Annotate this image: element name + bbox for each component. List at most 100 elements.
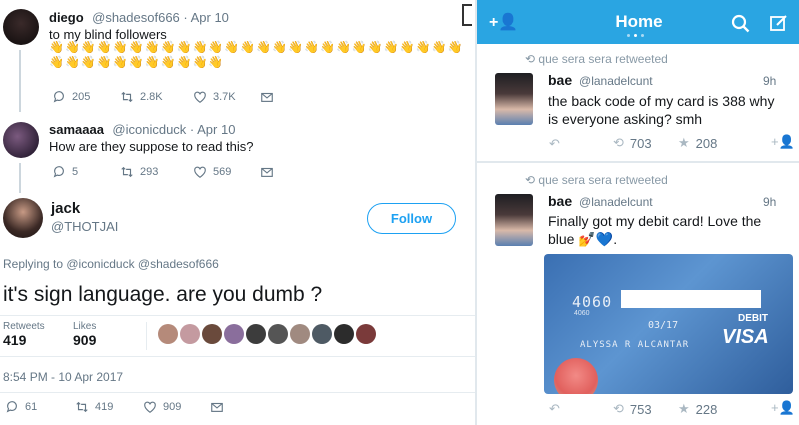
tweet-handle-date: @shadesof666 · Apr 10	[92, 10, 229, 25]
liker-avatar[interactable]	[202, 324, 222, 344]
liker-avatar[interactable]	[290, 324, 310, 344]
retweet-icon: ⟲	[613, 135, 624, 150]
follow-button[interactable]: Follow	[367, 203, 456, 234]
like-count: 3.7K	[213, 91, 236, 103]
follow-user-icon: +👤	[771, 134, 795, 149]
reply-icon	[53, 91, 64, 103]
reply-action[interactable]: 61	[5, 400, 37, 414]
star-icon: ★	[678, 401, 690, 416]
liker-avatar[interactable]	[246, 324, 266, 344]
likes-value[interactable]: 909	[73, 332, 96, 348]
card-number-prefix: 4060	[572, 293, 613, 311]
card-expiry: 03/17	[648, 320, 679, 331]
reply-action[interactable]: ↶	[549, 401, 560, 417]
samaaaa-avatar[interactable]	[3, 122, 39, 158]
like-action[interactable]: 909	[143, 400, 181, 414]
retweet-icon: ⟲	[613, 401, 624, 416]
retweet-action[interactable]: 293	[120, 165, 158, 179]
envelope-icon	[261, 92, 273, 102]
like-count: 909	[163, 401, 182, 413]
tweet-text: the back code of my card is 388 why is e…	[548, 93, 775, 127]
retweet-action[interactable]: 2.8K	[120, 90, 163, 104]
panel-divider-bracket	[462, 4, 472, 26]
diego-avatar[interactable]	[3, 9, 39, 45]
liker-avatar[interactable]	[180, 324, 200, 344]
tweet-text-large: it's sign language. are you dumb ?	[3, 283, 323, 306]
thread-line	[19, 50, 21, 112]
like-count: 208	[695, 135, 718, 151]
divider	[0, 392, 475, 393]
liker-avatar[interactable]	[334, 324, 354, 344]
liker-avatar[interactable]	[268, 324, 288, 344]
tweet-author-name[interactable]: bae	[548, 193, 572, 209]
message-action[interactable]	[260, 165, 274, 179]
retweets-value[interactable]: 419	[3, 332, 45, 348]
like-action[interactable]: ★ 208	[678, 135, 717, 151]
jack-avatar[interactable]	[3, 198, 43, 238]
tweet-author-name[interactable]: bae	[548, 72, 572, 88]
retweet-count: 419	[95, 401, 114, 413]
message-action[interactable]	[260, 90, 274, 104]
reply-action[interactable]: 5	[52, 165, 78, 179]
message-action[interactable]	[210, 400, 224, 414]
heart-icon	[194, 91, 206, 103]
reply-action[interactable]: ↶	[549, 136, 560, 152]
heart-icon	[144, 401, 156, 413]
tweet-time: 9h	[763, 195, 777, 209]
card-holder: ALYSSA R ALCANTAR	[580, 340, 690, 350]
likes-label: Likes	[73, 321, 97, 332]
card-debit-label: DEBIT	[738, 313, 768, 324]
bae-avatar[interactable]	[495, 194, 533, 246]
retweet-icon: ⟲	[525, 52, 539, 66]
bae-avatar[interactable]	[495, 73, 533, 125]
reply-icon	[6, 401, 17, 413]
retweet-count: 2.8K	[140, 91, 163, 103]
reply-icon: ↶	[549, 401, 560, 416]
retweet-context: ⟲ que sera sera retweeted	[525, 52, 668, 66]
reply-action[interactable]: 205	[52, 90, 90, 104]
liker-avatar[interactable]	[356, 324, 376, 344]
retweets-label: Retweets	[3, 321, 45, 332]
retweet-action[interactable]: 419	[75, 400, 113, 414]
retweet-count: 703	[629, 135, 652, 151]
retweet-action[interactable]: ⟲ 703	[613, 135, 652, 151]
search-icon[interactable]	[731, 14, 751, 34]
retweet-icon: ⟲	[525, 173, 539, 187]
left-thread-panel: diego @shadesof666 · Apr 10 to my blind …	[0, 0, 475, 425]
retweet-icon	[76, 401, 88, 413]
tweet-text: How are they suppose to read this?	[49, 139, 254, 154]
like-count: 569	[213, 166, 232, 178]
fingertip	[554, 358, 598, 394]
liker-avatar[interactable]	[158, 324, 178, 344]
retweeted-by-label: que sera sera retweeted	[538, 173, 668, 187]
heart-icon	[194, 166, 206, 178]
tweet-separator	[477, 161, 799, 163]
follow-action[interactable]: +👤	[771, 134, 795, 150]
like-action[interactable]: 3.7K	[193, 90, 236, 104]
reply-count: 205	[72, 91, 91, 103]
card-small-code: 4060	[574, 310, 590, 317]
reply-icon	[53, 166, 64, 178]
tweet-handle: @lanadelcunt	[579, 195, 653, 209]
retweet-count: 753	[629, 401, 652, 417]
liker-avatar[interactable]	[224, 324, 244, 344]
liker-avatar[interactable]	[312, 324, 332, 344]
like-action[interactable]: ★ 228	[678, 401, 717, 417]
thread-line	[19, 163, 21, 193]
stats-divider	[146, 322, 147, 350]
tweet-text: Finally got my debit card! Love the blue…	[548, 213, 762, 247]
reply-count: 61	[25, 401, 38, 413]
star-icon: ★	[678, 135, 690, 150]
tweet-author-name[interactable]: jack	[51, 200, 80, 217]
tweet-time: 9h	[763, 74, 777, 88]
retweet-icon	[121, 91, 133, 103]
card-brand: VISA	[722, 326, 769, 348]
debit-card-photo[interactable]: 4060 4060 DEBIT 03/17 VISA ALYSSA R ALCA…	[544, 254, 793, 394]
follow-action[interactable]: +👤	[771, 400, 795, 416]
like-count: 228	[695, 401, 718, 417]
tweet-author-name[interactable]: diego	[49, 10, 84, 25]
compose-icon[interactable]	[769, 13, 789, 33]
retweet-action[interactable]: ⟲ 753	[613, 401, 652, 417]
tweet-author-name[interactable]: samaaaa	[49, 122, 104, 137]
like-action[interactable]: 569	[193, 165, 231, 179]
